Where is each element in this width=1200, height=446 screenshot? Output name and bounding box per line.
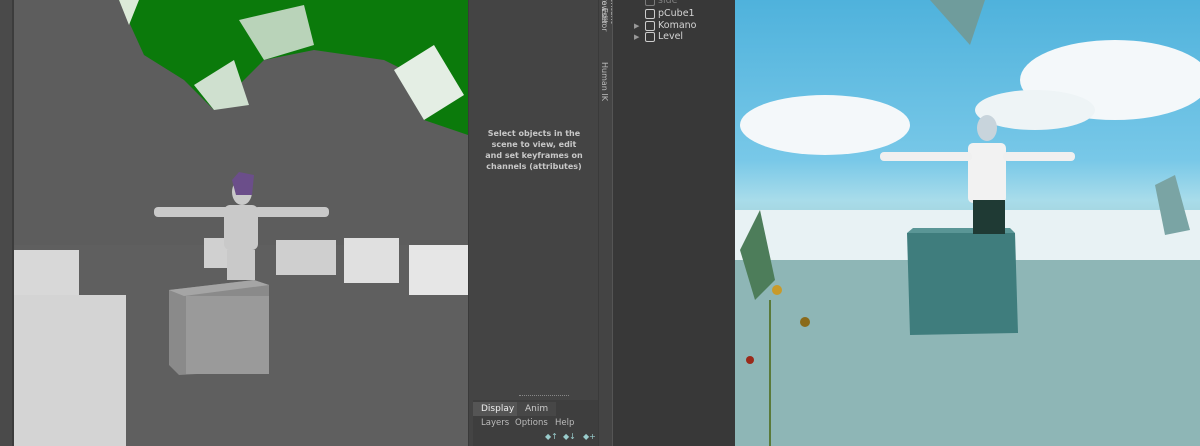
- hierarchy-item-side[interactable]: side: [634, 0, 677, 6]
- expand-arrow-icon[interactable]: ▶: [634, 33, 642, 41]
- hierarchy-item-level[interactable]: ▶ Level: [634, 31, 683, 42]
- side-tabs: Attribute Editor Content Browser Human I…: [598, 0, 618, 446]
- layer-editor: Display Anim Layers Options Help ◆↑ ◆↓ ◆…: [473, 400, 599, 446]
- move-layer-up-icon[interactable]: ◆↑: [545, 432, 558, 441]
- gameobject-icon: [645, 8, 655, 19]
- hierarchy-item-pcube1[interactable]: pCube1: [634, 8, 695, 19]
- cube: [907, 233, 1018, 335]
- menu-options[interactable]: Options: [515, 418, 548, 428]
- unity-hierarchy: side pCube1 ▶ Komano ▶ Level: [634, 0, 735, 446]
- menu-help[interactable]: Help: [555, 418, 574, 428]
- expand-arrow-icon[interactable]: ▶: [634, 22, 642, 30]
- tab-anim[interactable]: Anim: [517, 402, 557, 416]
- maya-viewport[interactable]: [14, 0, 468, 446]
- tab-display[interactable]: Display: [473, 402, 523, 416]
- move-layer-down-icon[interactable]: ◆↓: [563, 432, 576, 441]
- menu-layers[interactable]: Layers: [481, 418, 509, 428]
- channel-box-empty-message: Select objects in the scene to view, edi…: [485, 129, 583, 171]
- gameobject-icon: [645, 0, 655, 6]
- tab-human-ik[interactable]: Human IK: [600, 62, 609, 101]
- new-layer-icon[interactable]: ◆+: [583, 432, 596, 441]
- maya-scene: [14, 0, 468, 446]
- unity-game-view[interactable]: [735, 0, 1200, 446]
- channel-box: Select objects in the scene to view, edi…: [468, 0, 599, 446]
- window-divider: [612, 0, 634, 446]
- unity-scene: [735, 0, 1200, 446]
- resize-handle[interactable]: [519, 395, 569, 396]
- gameobject-icon: [645, 31, 655, 42]
- maya-left-toolbar: [0, 0, 14, 446]
- hierarchy-item-komano[interactable]: ▶ Komano: [634, 20, 696, 31]
- gameobject-icon: [645, 20, 655, 31]
